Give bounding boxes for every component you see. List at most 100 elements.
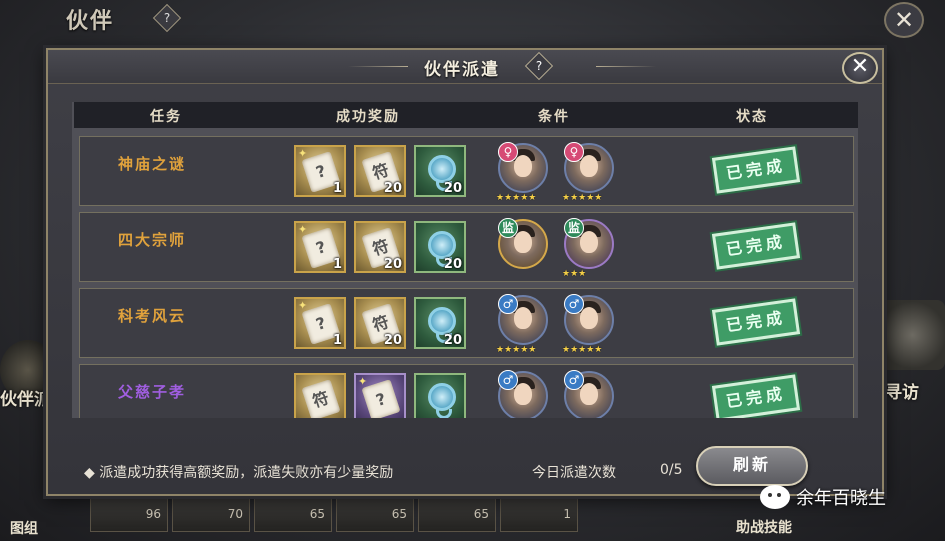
title-ornament-left — [348, 66, 408, 67]
scroll-question-icon[interactable]: ? ✦ 1 — [294, 145, 346, 197]
column-header-status: 状态 — [736, 109, 768, 125]
dispatch-row[interactable]: 神庙之谜? ✦ 1 符 20 20 ♀ ★★★★★ ♀ ★★★★★ 已完成 — [79, 136, 854, 206]
help-icon[interactable]: ? — [524, 51, 554, 81]
dispatch-count-value: 0/5 — [660, 462, 683, 478]
reward-quantity: 20 — [443, 333, 462, 348]
scroll-script-icon[interactable]: 符 20 — [354, 145, 406, 197]
dispatch-row[interactable]: 四大宗师? ✦ 1 符 20 20 监监 ★★★ 已完成 — [79, 212, 854, 282]
jade-pendant-icon[interactable]: 20 — [414, 145, 466, 197]
hero-face — [580, 383, 598, 405]
sparkle-icon: ✦ — [358, 375, 368, 388]
dispatch-row[interactable]: 科考风云? ✦ 1 符 20 20 ♂ ★★★★★ ♂ ★★★★★ 已完成 — [79, 288, 854, 358]
hero-avatar[interactable]: 监 — [564, 218, 614, 269]
reward-quantity: 20 — [443, 257, 462, 272]
reward-quantity: 1 — [332, 333, 342, 348]
background-screen-title: 伙伴 — [66, 9, 115, 34]
title-ornament-right — [596, 66, 656, 67]
jade-gem-shape — [428, 383, 456, 411]
sparkle-icon: ✦ — [298, 147, 308, 160]
hero-avatar[interactable]: ♀ — [564, 142, 614, 193]
scroll-script-icon[interactable]: 符 20 — [354, 221, 406, 273]
jade-gem-shape — [428, 307, 456, 335]
hero-star-rating: ★★★ — [562, 269, 587, 279]
hero-face — [580, 155, 598, 177]
dispatch-table: 任务 成功奖励 条件 状态 神庙之谜? ✦ 1 符 20 20 ♀ ★★★★★ ♀ ★★★★★ 已完… — [72, 102, 858, 418]
hero-avatar[interactable]: ♂ — [564, 370, 614, 418]
female-icon: ♀ — [564, 142, 584, 162]
hero-star-rating: ★★★★★ — [496, 345, 537, 355]
task-name: 神庙之谜 — [118, 155, 187, 173]
jade-pendant-icon[interactable]: 20 — [414, 221, 466, 273]
strip-cell[interactable]: 1 — [500, 496, 578, 532]
sparkle-icon: ✦ — [298, 223, 308, 236]
scroll-script-icon[interactable]: 符 — [294, 373, 346, 418]
partner-dispatch-dialog: 伙伴派遣 ? ✕ 任务 成功奖励 条件 状态 神庙之谜? ✦ 1 符 20 20 ♀ ★★★★… — [46, 48, 884, 496]
scroll-symbol: 符 — [310, 388, 332, 412]
reward-quantity: 1 — [332, 181, 342, 196]
male-icon: ♂ — [564, 294, 584, 314]
male-icon: ♂ — [498, 294, 518, 314]
column-header-condition: 条件 — [538, 109, 570, 125]
reward-quantity: 20 — [443, 181, 462, 196]
hero-face — [514, 383, 532, 405]
strip-cell[interactable]: 65 — [254, 496, 332, 532]
jade-gem-shape — [428, 231, 456, 259]
watermark: 余年百晓生 — [760, 484, 886, 510]
scroll-symbol: ? — [373, 389, 389, 410]
male-icon: ♂ — [564, 370, 584, 390]
table-header: 任务 成功奖励 条件 状态 — [74, 102, 858, 128]
jade-gem-shape — [428, 155, 456, 183]
hero-face — [580, 231, 598, 253]
strip-cell[interactable]: 65 — [336, 496, 414, 532]
completed-stamp: 已完成 — [711, 146, 801, 194]
jade-tassel-shape — [436, 409, 452, 418]
column-header-reward: 成功奖励 — [336, 109, 400, 125]
dispatch-hint: ◆ 派遣成功获得高额奖励，派遣失败亦有少量奖励 — [84, 465, 394, 481]
jade-pendant-icon[interactable]: 20 — [414, 297, 466, 349]
supervisor-badge: 监 — [564, 218, 584, 238]
hero-star-rating: ★★★★★ — [496, 193, 537, 203]
hero-face — [514, 231, 532, 253]
scroll-question-icon[interactable]: ? ✦ 1 — [294, 297, 346, 349]
dialog-header: 伙伴派遣 ? ✕ — [48, 50, 882, 84]
dispatch-row[interactable]: 父慈子孝符? ✦ ♂ ♂ 已完成 — [79, 364, 854, 418]
strip-cell[interactable]: 70 — [172, 496, 250, 532]
strip-cell[interactable]: 96 — [90, 496, 168, 532]
hero-avatar[interactable]: 监 — [498, 218, 548, 269]
background-close-icon[interactable]: ✕ — [884, 2, 924, 38]
watermark-text: 余年百晓生 — [796, 488, 886, 509]
scroll-question-icon[interactable]: ? ✦ 1 — [294, 221, 346, 273]
hero-star-rating: ★★★★★ — [562, 193, 603, 203]
background-hero-strip: 96 70 65 65 65 1 — [90, 496, 750, 536]
scroll-question-icon[interactable]: ? ✦ — [354, 373, 406, 418]
hero-avatar[interactable]: ♀ — [498, 142, 548, 193]
scroll-script-icon[interactable]: 符 20 — [354, 297, 406, 349]
female-icon: ♀ — [498, 142, 518, 162]
wechat-icon — [760, 485, 790, 509]
close-icon[interactable]: ✕ — [842, 52, 878, 84]
hero-avatar[interactable]: ♂ — [498, 370, 548, 418]
scroll-shape: 符 — [301, 379, 341, 418]
column-header-task: 任务 — [150, 109, 182, 125]
hero-face — [514, 155, 532, 177]
sparkle-icon: ✦ — [298, 299, 308, 312]
hero-avatar[interactable]: ♂ — [564, 294, 614, 345]
refresh-button[interactable]: 刷新 — [696, 446, 808, 486]
reward-quantity: 20 — [383, 257, 402, 272]
jade-pendant-icon[interactable] — [414, 373, 466, 418]
completed-stamp: 已完成 — [711, 298, 801, 346]
reward-quantity: 1 — [332, 257, 342, 272]
supervisor-badge: 监 — [498, 218, 518, 238]
background-bottom-left-label[interactable]: 图组 — [10, 518, 38, 538]
hero-face — [580, 307, 598, 329]
hero-avatar[interactable]: ♂ — [498, 294, 548, 345]
visit-side-label: 寻访 — [885, 383, 919, 403]
reward-quantity: 20 — [383, 181, 402, 196]
visit-side-icon[interactable] — [880, 300, 945, 370]
strip-cell[interactable]: 65 — [418, 496, 496, 532]
completed-stamp: 已完成 — [711, 222, 801, 270]
background-help-icon[interactable]: ? — [152, 3, 182, 33]
hero-face — [514, 307, 532, 329]
dialog-title: 伙伴派遣 — [424, 60, 500, 80]
background-bottom-right-label[interactable]: 助战技能 — [736, 517, 792, 537]
